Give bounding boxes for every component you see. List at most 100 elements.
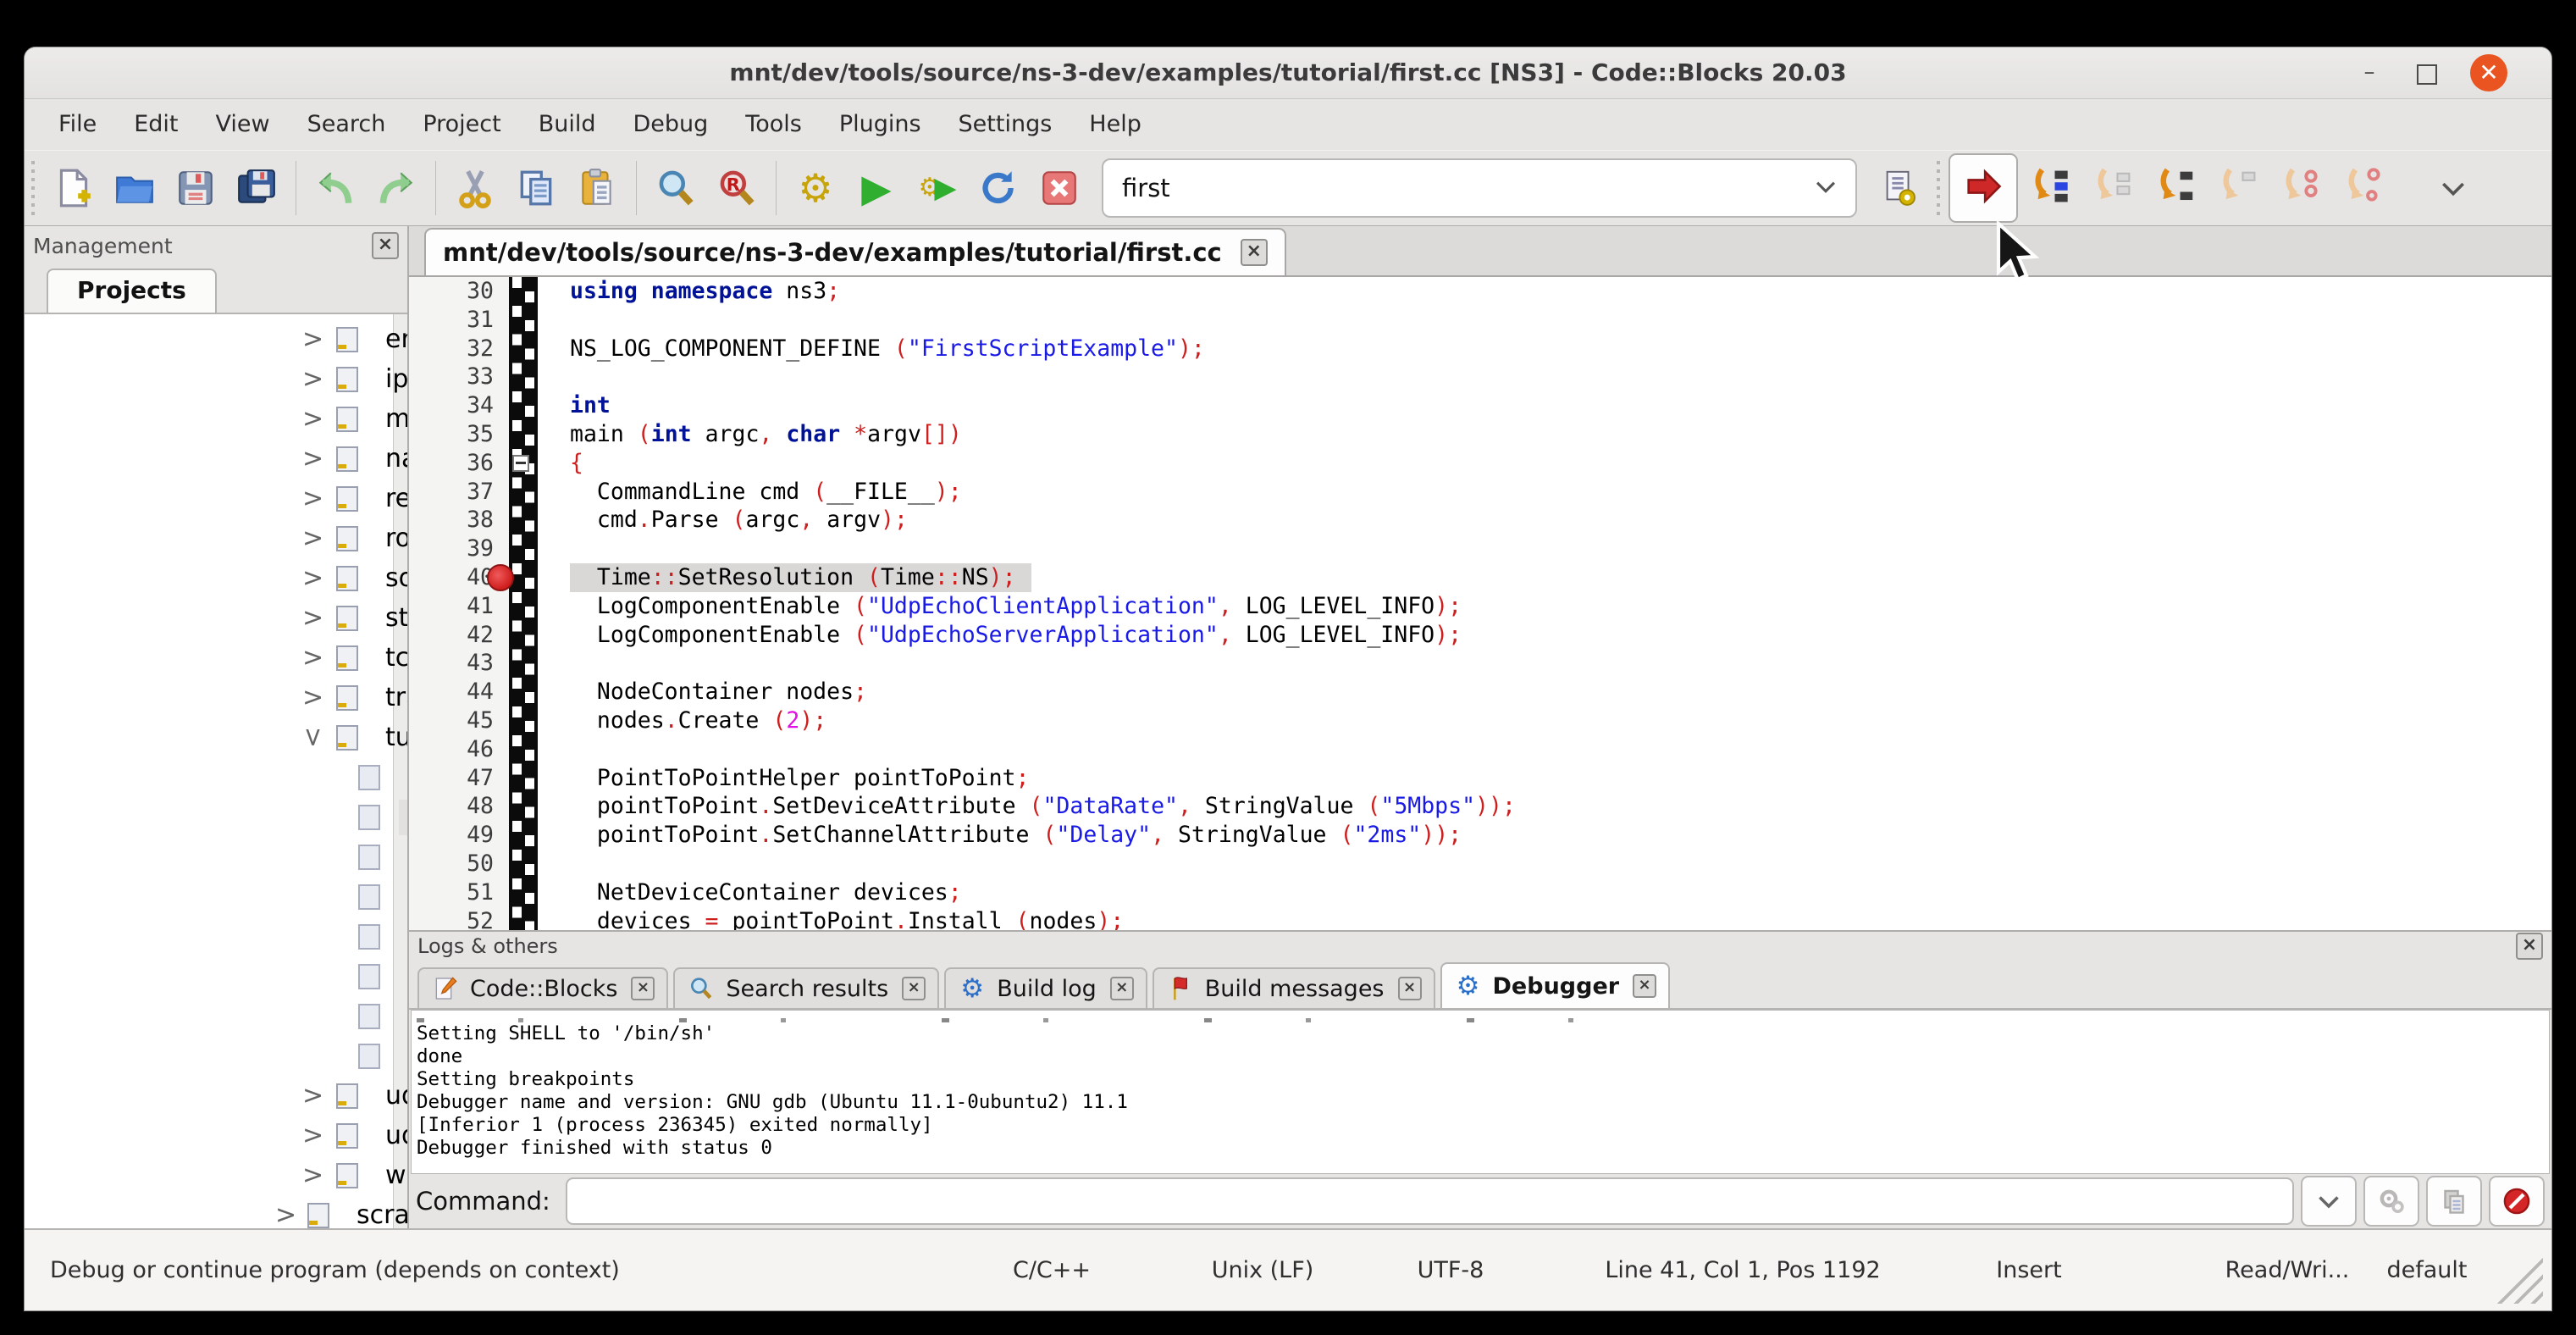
- run-button[interactable]: ▶: [846, 158, 907, 219]
- log-tab-close-icon[interactable]: ×: [902, 977, 926, 1000]
- menu-item-plugins[interactable]: Plugins: [821, 99, 940, 150]
- tree-item-rout[interactable]: >rout: [25, 518, 394, 558]
- minimize-button[interactable]: –: [2353, 58, 2385, 90]
- management-close-icon[interactable]: ×: [372, 232, 399, 259]
- search-combobox[interactable]: first: [1102, 158, 1857, 218]
- chevron-collapsed-icon[interactable]: >: [302, 324, 323, 354]
- tree-item-erro[interactable]: >erro: [25, 319, 394, 359]
- command-history-dropdown[interactable]: [2301, 1176, 2357, 1227]
- close-button[interactable]: ✕: [2470, 54, 2507, 91]
- tab-search-results[interactable]: Search results×: [673, 967, 939, 1008]
- tree-item-stat[interactable]: >stat: [25, 598, 394, 638]
- paste-button[interactable]: [567, 158, 627, 219]
- log-tab-close-icon[interactable]: ×: [631, 977, 655, 1000]
- menu-item-build[interactable]: Build: [520, 99, 615, 150]
- tree-item-udp[interactable]: >udp: [25, 1076, 394, 1116]
- chevron-collapsed-icon[interactable]: >: [302, 1161, 323, 1190]
- new-file-button[interactable]: [43, 158, 104, 219]
- chevron-collapsed-icon[interactable]: >: [302, 404, 323, 434]
- find-button[interactable]: [645, 158, 706, 219]
- tree-item-th[interactable]: th: [25, 1036, 394, 1076]
- next-line-button[interactable]: [2087, 158, 2137, 219]
- chevron-collapsed-icon[interactable]: >: [302, 643, 323, 673]
- command-input[interactable]: [566, 1177, 2294, 1225]
- menu-item-help[interactable]: Help: [1070, 99, 1160, 150]
- tree-item-mat[interactable]: >mat: [25, 399, 394, 439]
- menu-item-file[interactable]: File: [40, 99, 115, 150]
- abort-button[interactable]: [1029, 158, 1090, 219]
- log-tab-close-icon[interactable]: ×: [1398, 977, 1422, 1000]
- tree-item-fir-selected[interactable]: fir: [25, 797, 394, 837]
- replace-button[interactable]: R: [706, 158, 767, 219]
- incremental-search-options-button[interactable]: [1869, 158, 1930, 219]
- editor-tab-close-icon[interactable]: ×: [1241, 239, 1268, 266]
- build-and-run-button[interactable]: ⚙▶: [907, 158, 968, 219]
- chevron-expanded-icon[interactable]: >: [298, 727, 328, 748]
- next-instruction-button[interactable]: [2275, 158, 2325, 219]
- tab-code-blocks[interactable]: Code::Blocks×: [417, 967, 668, 1008]
- cut-button[interactable]: [445, 158, 506, 219]
- tree-item-six[interactable]: six: [25, 996, 394, 1036]
- logs-close-icon[interactable]: ×: [2516, 933, 2543, 960]
- open-file-button[interactable]: [104, 158, 165, 219]
- menu-item-project[interactable]: Project: [404, 99, 519, 150]
- chevron-collapsed-icon[interactable]: >: [302, 484, 323, 513]
- chevron-collapsed-icon[interactable]: >: [275, 1200, 296, 1228]
- fold-collapse-icon[interactable]: [512, 455, 529, 472]
- undo-button[interactable]: [305, 158, 366, 219]
- step-out-button[interactable]: [2212, 158, 2263, 219]
- tree-item-he[interactable]: he: [25, 877, 394, 917]
- chevron-collapsed-icon[interactable]: >: [302, 1121, 323, 1150]
- build-button[interactable]: ⚙: [785, 158, 846, 219]
- tree-item-fo[interactable]: fo: [25, 837, 394, 877]
- step-into-instruction-button[interactable]: [2337, 158, 2388, 219]
- tab-projects[interactable]: Projects: [47, 269, 217, 313]
- chevron-collapsed-icon[interactable]: >: [302, 444, 323, 474]
- code-editor[interactable]: 30using namespace ns3;3132NS_LOG_COMPONE…: [409, 277, 2551, 930]
- breakpoint-marker[interactable]: [487, 564, 514, 591]
- tree-item-se[interactable]: se: [25, 956, 394, 996]
- rebuild-button[interactable]: [968, 158, 1029, 219]
- tree-item-scratcl[interactable]: >scratcl: [25, 1195, 394, 1228]
- chevron-collapsed-icon[interactable]: >: [302, 1081, 323, 1111]
- tree-item-fif[interactable]: fif: [25, 757, 394, 797]
- redo-button[interactable]: [366, 158, 427, 219]
- tree-item-ipv6[interactable]: >ipv6: [25, 359, 394, 399]
- tree-item-wire[interactable]: >wire: [25, 1155, 394, 1195]
- chevron-collapsed-icon[interactable]: >: [302, 523, 323, 553]
- tree-item-udp-[interactable]: >udp-: [25, 1116, 394, 1155]
- stop-debugger-button[interactable]: [2489, 1176, 2545, 1227]
- tree-item-sock[interactable]: >sock: [25, 558, 394, 598]
- menu-item-search[interactable]: Search: [289, 99, 405, 150]
- debugger-log[interactable]: Setting SHELL to '/bin/sh'doneSetting br…: [411, 1010, 2550, 1174]
- chevron-down-icon[interactable]: [1811, 172, 1855, 204]
- log-tab-close-icon[interactable]: ×: [1633, 974, 1656, 998]
- editor-tab-first-cc[interactable]: mnt/dev/tools/source/ns-3-dev/examples/t…: [424, 228, 1286, 275]
- debug-continue-button[interactable]: [1949, 153, 2018, 223]
- copy-button[interactable]: [506, 158, 567, 219]
- chevron-collapsed-icon[interactable]: >: [302, 364, 323, 394]
- tree-item-tcp[interactable]: >tcp: [25, 638, 394, 678]
- tree-item-reall[interactable]: >reall: [25, 479, 394, 518]
- menu-item-edit[interactable]: Edit: [115, 99, 196, 150]
- step-into-button[interactable]: [2149, 158, 2200, 219]
- tree-item-tuto[interactable]: >tuto: [25, 717, 394, 757]
- menu-item-view[interactable]: View: [196, 99, 288, 150]
- maximize-button[interactable]: [2411, 58, 2443, 90]
- resize-grip[interactable]: [2489, 1249, 2543, 1304]
- save-all-button[interactable]: [226, 158, 287, 219]
- log-tab-close-icon[interactable]: ×: [1110, 977, 1134, 1000]
- chevron-collapsed-icon[interactable]: >: [302, 563, 323, 593]
- tree-item-trafl[interactable]: >trafl: [25, 678, 394, 717]
- tree-item-se[interactable]: se: [25, 917, 394, 956]
- chevron-collapsed-icon[interactable]: >: [302, 603, 323, 633]
- debugger-settings-button[interactable]: [2363, 1176, 2419, 1227]
- save-button[interactable]: [165, 158, 226, 219]
- tab-debugger[interactable]: ⚙Debugger×: [1440, 962, 1671, 1008]
- run-to-cursor-button[interactable]: [2024, 158, 2075, 219]
- tab-build-messages[interactable]: Build messages×: [1153, 967, 1435, 1008]
- menu-item-settings[interactable]: Settings: [940, 99, 1071, 150]
- menu-item-debug[interactable]: Debug: [615, 99, 727, 150]
- chevron-down-icon[interactable]: [2423, 158, 2484, 219]
- copy-log-button[interactable]: [2426, 1176, 2482, 1227]
